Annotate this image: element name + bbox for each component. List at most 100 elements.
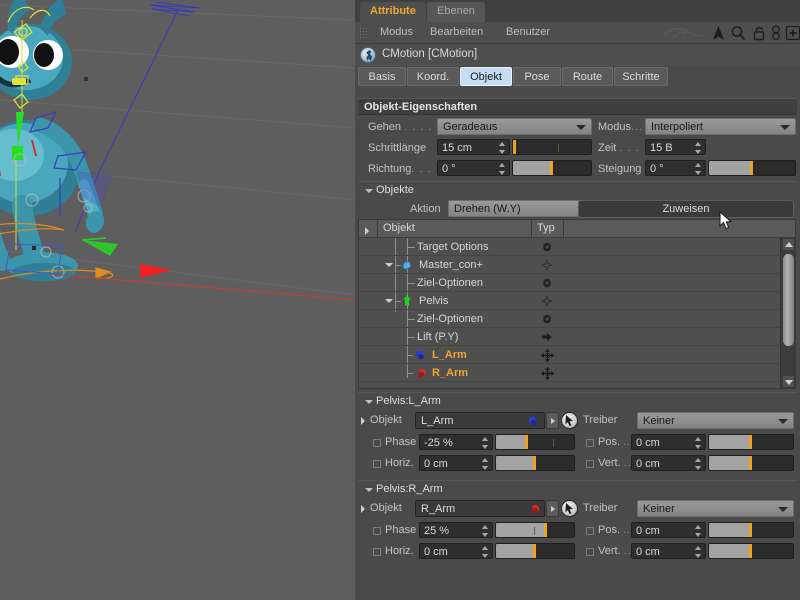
slider-larm-pos[interactable]: [708, 434, 794, 450]
field-steigung[interactable]: 0 °: [645, 160, 706, 176]
stepper-rarm-vert[interactable]: [695, 546, 702, 558]
slider-richtung-handle[interactable]: [550, 161, 553, 175]
stepper-schrittlaenge[interactable]: [499, 142, 506, 154]
tab-objekt[interactable]: Objekt: [460, 67, 512, 86]
stepper-larm-phase[interactable]: [482, 437, 489, 449]
stepper-larm-vert[interactable]: [695, 458, 702, 470]
menu-bearbeiten[interactable]: Bearbeiten: [427, 26, 486, 38]
section-objekte[interactable]: Objekte: [358, 181, 797, 197]
dropdown-rarm-treiber[interactable]: Keiner: [637, 500, 794, 517]
table-row[interactable]: R_Arm: [359, 364, 780, 382]
field-zeit[interactable]: 15 B: [645, 139, 706, 155]
arrow-cursor-icon[interactable]: [710, 25, 727, 41]
stepper-rarm-horiz[interactable]: [482, 546, 489, 558]
slider-larm-pos-handle[interactable]: [749, 435, 752, 449]
stepper-larm-pos[interactable]: [695, 437, 702, 449]
slider-schrittlaenge[interactable]: [512, 139, 592, 155]
table-row[interactable]: Ziel-Optionen: [359, 310, 780, 328]
tree-expander-icon[interactable]: [385, 263, 393, 267]
stepper-zeit[interactable]: [695, 142, 702, 154]
search-icon[interactable]: [730, 25, 747, 41]
field-richtung[interactable]: 0 °: [437, 160, 510, 176]
assign-button[interactable]: Zuweisen: [578, 200, 794, 218]
slider-larm-phase-handle[interactable]: [525, 435, 528, 449]
tab-schritte[interactable]: Schritte: [614, 67, 668, 86]
field-larm-phase[interactable]: -25 %: [419, 434, 493, 450]
slider-steigung-handle[interactable]: [750, 161, 753, 175]
field-rarm-phase[interactable]: 25 %: [419, 522, 493, 538]
slider-steigung[interactable]: [708, 160, 796, 176]
slider-rarm-phase-handle[interactable]: [544, 523, 547, 537]
table-row[interactable]: L_Arm: [359, 346, 780, 364]
checkbox-larm-pos[interactable]: [586, 439, 594, 447]
tree-vertical-scrollbar[interactable]: [780, 238, 795, 388]
dropdown-modus[interactable]: Interpoliert: [645, 118, 796, 135]
checkbox-larm-horiz[interactable]: [373, 460, 381, 468]
checkbox-rarm-vert[interactable]: [586, 548, 594, 556]
stepper-richtung[interactable]: [499, 163, 506, 175]
dropdown-larm-treiber[interactable]: Keiner: [637, 412, 794, 429]
larm-objekt-expander-icon[interactable]: [361, 417, 365, 425]
field-larm-pos[interactable]: 0 cm: [631, 434, 706, 450]
checkbox-rarm-phase[interactable]: [373, 527, 381, 535]
slider-richtung[interactable]: [512, 160, 592, 176]
larm-object-link-field[interactable]: L_Arm: [415, 412, 545, 429]
field-rarm-horiz[interactable]: 0 cm: [419, 543, 493, 559]
checkbox-rarm-horiz[interactable]: [373, 548, 381, 556]
menu-benutzer[interactable]: Benutzer: [503, 26, 553, 38]
tree-root-expander-icon[interactable]: [365, 227, 369, 235]
section-pelvis-larm[interactable]: Pelvis:L_Arm: [358, 392, 797, 408]
tab-attribute[interactable]: Attribute: [360, 2, 426, 22]
slider-rarm-horiz-handle[interactable]: [533, 544, 536, 558]
scroll-down-button[interactable]: [782, 375, 795, 388]
chevron-down-icon[interactable]: [365, 189, 373, 193]
checkbox-larm-phase[interactable]: [373, 439, 381, 447]
scroll-up-button[interactable]: [782, 238, 795, 251]
table-row[interactable]: Master_con+: [359, 256, 780, 274]
drag-grip[interactable]: [359, 27, 369, 39]
object-tree[interactable]: Objekt Typ Target Options: [358, 219, 796, 389]
field-rarm-pos[interactable]: 0 cm: [631, 522, 706, 538]
tree-expander-icon[interactable]: [385, 299, 393, 303]
field-larm-vert[interactable]: 0 cm: [631, 455, 706, 471]
rarm-objekt-expander-icon[interactable]: [361, 505, 365, 513]
slider-larm-horiz[interactable]: [495, 455, 575, 471]
table-row[interactable]: Target Options: [359, 238, 780, 256]
dropdown-gehen[interactable]: Geradeaus: [437, 118, 592, 135]
field-rarm-vert[interactable]: 0 cm: [631, 543, 706, 559]
unlock-icon[interactable]: [751, 25, 768, 41]
menu-modus[interactable]: Modus: [377, 26, 416, 38]
checkbox-larm-vert[interactable]: [586, 460, 594, 468]
table-row[interactable]: Pelvis: [359, 292, 780, 310]
slider-larm-vert[interactable]: [708, 455, 794, 471]
dropdown-aktion[interactable]: Drehen (W.Y): [448, 200, 593, 217]
table-row[interactable]: Ziel-Optionen: [359, 274, 780, 292]
stepper-larm-horiz[interactable]: [482, 458, 489, 470]
table-row[interactable]: Lift (P.Y): [359, 328, 780, 346]
tab-basis[interactable]: Basis: [358, 67, 406, 86]
checkbox-rarm-pos[interactable]: [586, 527, 594, 535]
larm-link-arrow-button[interactable]: [546, 412, 559, 429]
scrollbar-thumb[interactable]: [783, 254, 794, 346]
stepper-steigung[interactable]: [695, 163, 702, 175]
slider-rarm-phase[interactable]: [495, 522, 575, 538]
tab-ebenen[interactable]: Ebenen: [427, 2, 485, 22]
tab-route[interactable]: Route: [562, 67, 613, 86]
slider-larm-horiz-handle[interactable]: [533, 456, 536, 470]
plus-box-icon[interactable]: [785, 25, 800, 41]
slider-rarm-vert[interactable]: [708, 543, 794, 559]
larm-pick-cursor-button[interactable]: [561, 412, 578, 429]
field-larm-horiz[interactable]: 0 cm: [419, 455, 493, 471]
slider-rarm-horiz[interactable]: [495, 543, 575, 559]
rarm-object-link-field[interactable]: R_Arm: [415, 500, 545, 517]
chevron-down-icon[interactable]: [365, 400, 373, 404]
rarm-link-arrow-button[interactable]: [546, 500, 559, 517]
slider-rarm-vert-handle[interactable]: [749, 544, 752, 558]
slider-larm-phase[interactable]: [495, 434, 575, 450]
viewport-3d[interactable]: [0, 0, 355, 600]
tab-pose[interactable]: Pose: [513, 67, 561, 86]
slider-schrittlaenge-handle[interactable]: [513, 140, 516, 154]
chevron-down-icon[interactable]: [365, 488, 373, 492]
slider-rarm-pos-handle[interactable]: [749, 523, 752, 537]
field-schrittlaenge[interactable]: 15 cm: [437, 139, 510, 155]
